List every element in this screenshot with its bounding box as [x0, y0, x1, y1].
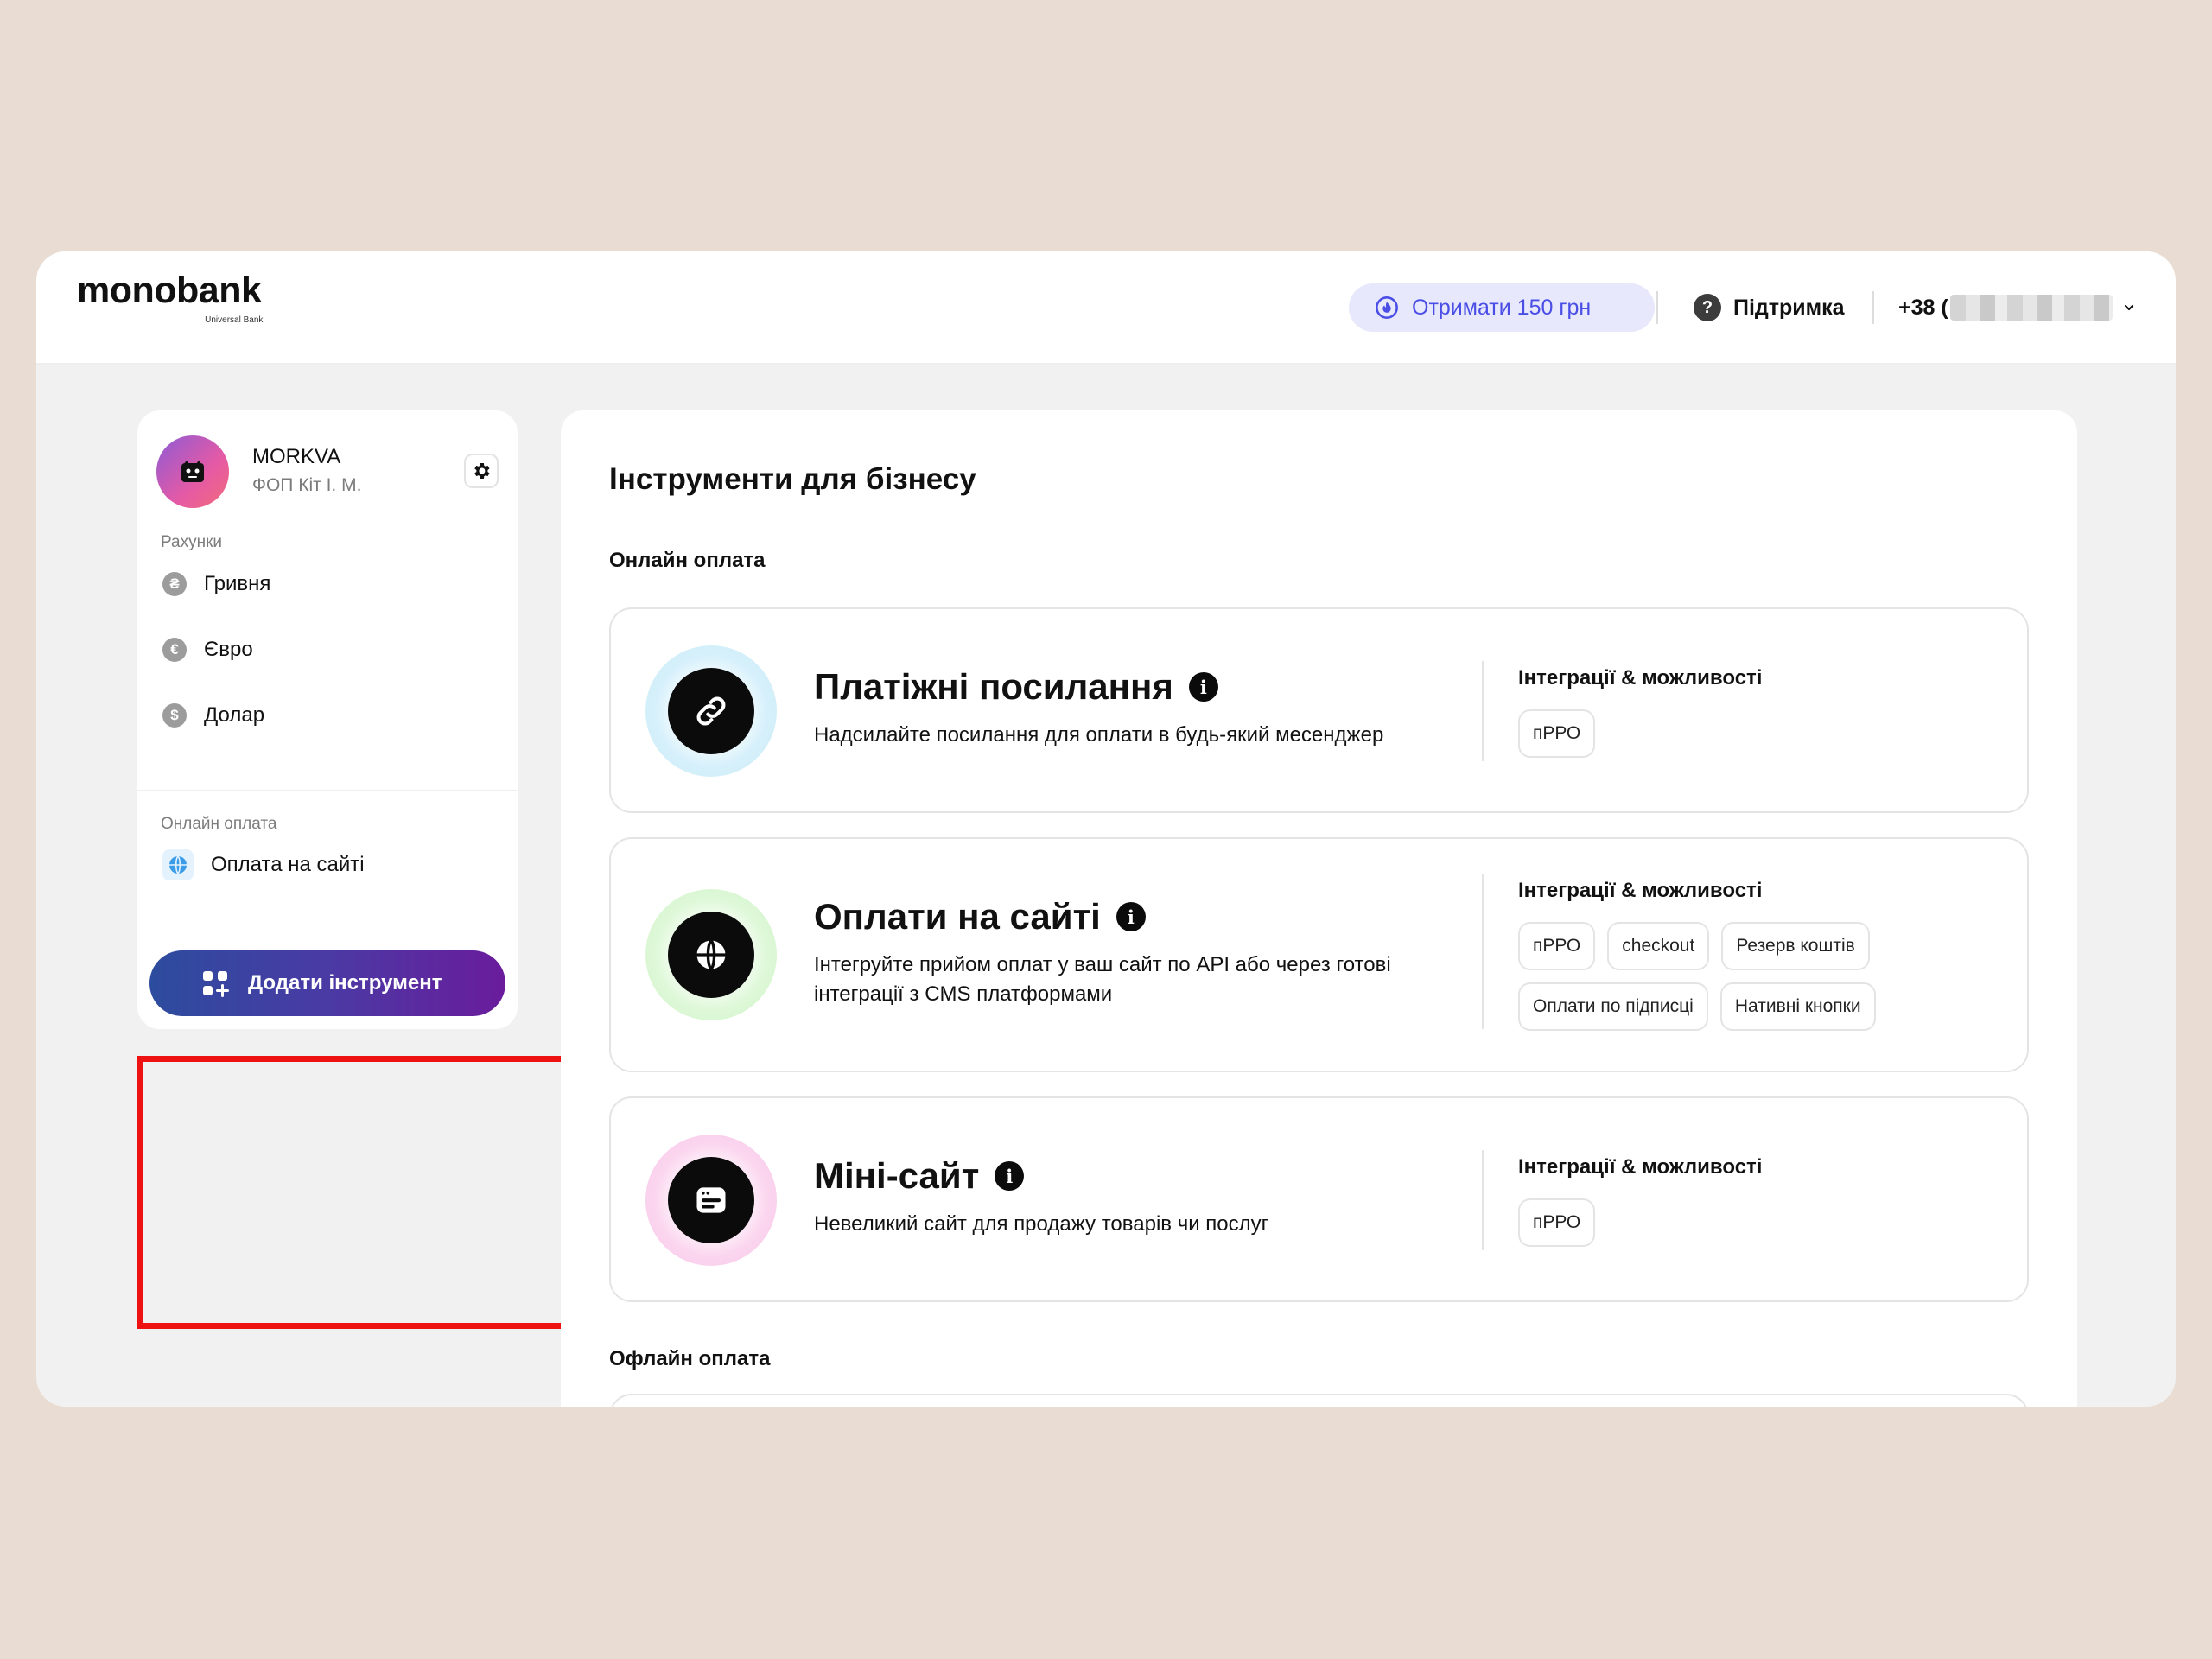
cat-logo-icon [181, 461, 204, 482]
card-divider [1482, 661, 1484, 761]
integrations-label: Інтеграції & можливості [1518, 666, 1763, 690]
logo-text: monobank [77, 270, 262, 311]
get-bonus-button[interactable]: Отримати 150 грн [1349, 283, 1655, 332]
info-icon[interactable]: i [1188, 672, 1218, 702]
sidebar-item-label: Євро [204, 638, 253, 661]
sidebar-item-hryvnia[interactable]: ₴ Гривня [162, 564, 270, 604]
settings-button[interactable] [464, 454, 499, 488]
chip-prro[interactable]: пРРО [1518, 922, 1596, 970]
tool-description: Невеликий сайт для продажу товарів чи по… [814, 1212, 1269, 1236]
support-label: Підтримка [1733, 295, 1845, 320]
chip-reserve[interactable]: Резерв коштів [1721, 922, 1870, 970]
monobank-logo[interactable]: monobank Universal Bank [77, 270, 263, 326]
chip-checkout[interactable]: checkout [1607, 922, 1710, 970]
globe-icon [162, 849, 194, 880]
tool-title: Платіжні посилання [814, 666, 1173, 707]
integration-chips: пРРО checkout Резерв коштів Оплати по пі… [1518, 922, 2002, 1031]
add-apps-icon [203, 971, 229, 997]
info-icon[interactable]: i [1116, 902, 1146, 931]
storefront-icon [668, 1157, 754, 1243]
get-bonus-label: Отримати 150 грн [1412, 295, 1592, 320]
tool-description: Надсилайте посилання для оплати в будь-я… [814, 723, 1384, 747]
sidebar-item-site-payments[interactable]: Оплата на сайті [162, 845, 365, 885]
integration-chips: пРРО [1518, 1198, 2002, 1247]
tool-icon-halo [645, 889, 777, 1020]
sidebar-item-label: Гривня [204, 572, 271, 595]
online-payment-section-label: Онлайн оплата [161, 815, 277, 833]
sidebar-item-dollar[interactable]: $ Долар [162, 696, 264, 735]
card-divider [1482, 874, 1484, 1029]
integration-chips: пРРО [1518, 709, 2002, 758]
chip-prro[interactable]: пРРО [1518, 709, 1596, 758]
highlight-annotation-box [137, 1056, 581, 1329]
euro-icon: € [162, 638, 187, 662]
account-menu[interactable]: +38 ( [1898, 286, 2135, 329]
support-button[interactable]: ? Підтримка [1694, 286, 1845, 329]
logo-subtitle: Universal Bank [205, 315, 264, 325]
gear-icon [474, 463, 490, 479]
dollar-icon: $ [162, 703, 187, 728]
flame-icon [1376, 296, 1398, 319]
chip-native-buttons[interactable]: Нативні кнопки [1719, 982, 1876, 1031]
tool-title-row: Міні-сайт i [814, 1155, 1025, 1197]
sidebar-item-label: Оплата на сайті [211, 853, 365, 876]
tool-card-mini-site[interactable]: Міні-сайт i Невеликий сайт для продажу т… [609, 1096, 2029, 1302]
offline-tool-card-edge [609, 1394, 2029, 1407]
integrations-label: Інтеграції & можливості [1518, 879, 1763, 902]
sidebar: MORKVA ФОП Кіт І. М. Рахунки ₴ Гривня € … [137, 410, 518, 1029]
card-divider [1482, 1150, 1484, 1250]
shop-owner: ФОП Кіт І. М. [252, 475, 362, 495]
app-window: monobank Universal Bank Отримати 150 грн… [36, 251, 2176, 1407]
chevron-down-icon [2124, 304, 2133, 311]
add-tool-label: Додати інструмент [248, 971, 442, 995]
shop-name: MORKVA [252, 445, 341, 468]
hryvnia-icon: ₴ [162, 572, 187, 596]
accounts-section-label: Рахунки [161, 533, 223, 551]
header-divider [1656, 291, 1658, 324]
header-divider [1872, 291, 1874, 324]
tool-card-payment-links[interactable]: Платіжні посилання i Надсилайте посиланн… [609, 607, 2029, 813]
sidebar-divider [137, 790, 518, 791]
tool-title: Оплати на сайті [814, 896, 1101, 937]
avatar[interactable] [156, 435, 229, 508]
add-tool-button[interactable]: Додати інструмент [149, 950, 505, 1016]
tool-title-row: Оплати на сайті i [814, 896, 1146, 938]
main-panel: Інструменти для бізнесу Онлайн оплата Пл… [561, 410, 2077, 1407]
sidebar-item-euro[interactable]: € Євро [162, 630, 253, 670]
tool-icon-halo [645, 645, 777, 777]
page-title: Інструменти для бізнесу [609, 462, 976, 496]
phone-prefix: +38 ( [1898, 295, 1948, 320]
help-icon: ? [1694, 294, 1721, 321]
chip-prro[interactable]: пРРО [1518, 1198, 1596, 1247]
info-icon[interactable]: i [995, 1161, 1025, 1191]
tool-icon-halo [645, 1135, 777, 1266]
sidebar-item-label: Долар [204, 703, 265, 727]
offline-payment-heading: Офлайн оплата [609, 1347, 771, 1370]
chip-subscription[interactable]: Оплати по підписці [1518, 982, 1708, 1031]
tool-description: Інтегруйте прийом оплат у ваш сайт по AP… [814, 953, 1391, 1006]
blurred-phone-number [1949, 295, 2113, 321]
link-icon [668, 668, 754, 754]
tool-card-site-payments[interactable]: Оплати на сайті i Інтегруйте прийом опла… [609, 837, 2029, 1072]
top-bar: monobank Universal Bank Отримати 150 грн… [36, 251, 2176, 365]
tool-title-row: Платіжні посилання i [814, 666, 1218, 708]
tool-title: Міні-сайт [814, 1155, 980, 1196]
integrations-label: Інтеграції & можливості [1518, 1155, 1763, 1179]
online-payment-heading: Онлайн оплата [609, 549, 766, 572]
globe-icon [668, 912, 754, 998]
